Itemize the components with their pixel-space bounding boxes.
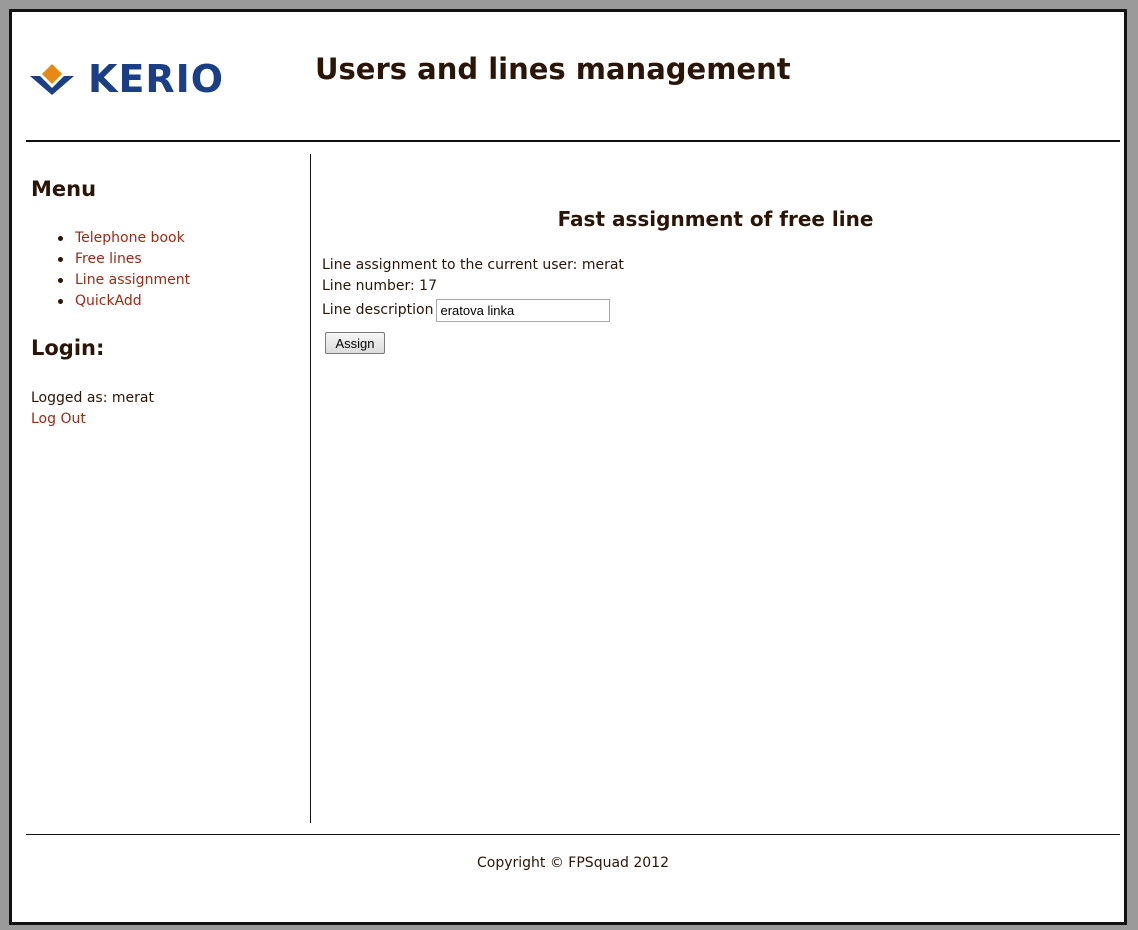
bullet-icon (58, 278, 63, 283)
menu-item-telephone-book: Telephone book (31, 228, 190, 249)
menu-list: Telephone book Free lines Line assignmen… (31, 228, 190, 312)
telephone-book-link[interactable]: Telephone book (75, 230, 185, 246)
line-assignment-link[interactable]: Line assignment (75, 272, 190, 288)
menu-heading: Menu (31, 177, 97, 201)
logout-link[interactable]: Log Out (31, 409, 86, 430)
footer-divider (26, 834, 1120, 835)
line-description-label: Line description (322, 302, 434, 318)
assign-button[interactable]: Assign (325, 332, 385, 354)
line-description-input[interactable] (436, 299, 611, 322)
bullet-icon (58, 299, 63, 304)
bullet-icon (58, 257, 63, 262)
line-number-text: Line number: 17 (322, 278, 438, 294)
content-heading: Fast assignment of free line (557, 207, 874, 231)
footer-copyright: Copyright © FPSquad 2012 (477, 855, 669, 871)
kerio-logo: KERIO (28, 54, 224, 104)
bullet-icon (58, 236, 63, 241)
free-lines-link[interactable]: Free lines (75, 251, 142, 267)
menu-item-line-assignment: Line assignment (31, 270, 190, 291)
kerio-diamond-icon (30, 64, 74, 95)
menu-item-quickadd: QuickAdd (31, 291, 190, 312)
main-content: Fast assignment of free line Line assign… (311, 152, 1120, 823)
menu-item-free-lines: Free lines (31, 249, 190, 270)
page-title: Users and lines management (315, 52, 791, 86)
page-frame: KERIO Users and lines management Menu Te… (9, 9, 1127, 925)
sidebar: Menu Telephone book Free lines Line assi… (26, 152, 311, 823)
logged-as-text: Logged as: merat (31, 390, 154, 406)
header-divider (26, 140, 1120, 142)
quickadd-link[interactable]: QuickAdd (75, 293, 142, 309)
assignment-text: Line assignment to the current user: mer… (322, 257, 624, 273)
login-heading: Login: (31, 336, 105, 360)
logo-text: KERIO (88, 57, 225, 101)
line-description-row: Line description (322, 299, 611, 322)
